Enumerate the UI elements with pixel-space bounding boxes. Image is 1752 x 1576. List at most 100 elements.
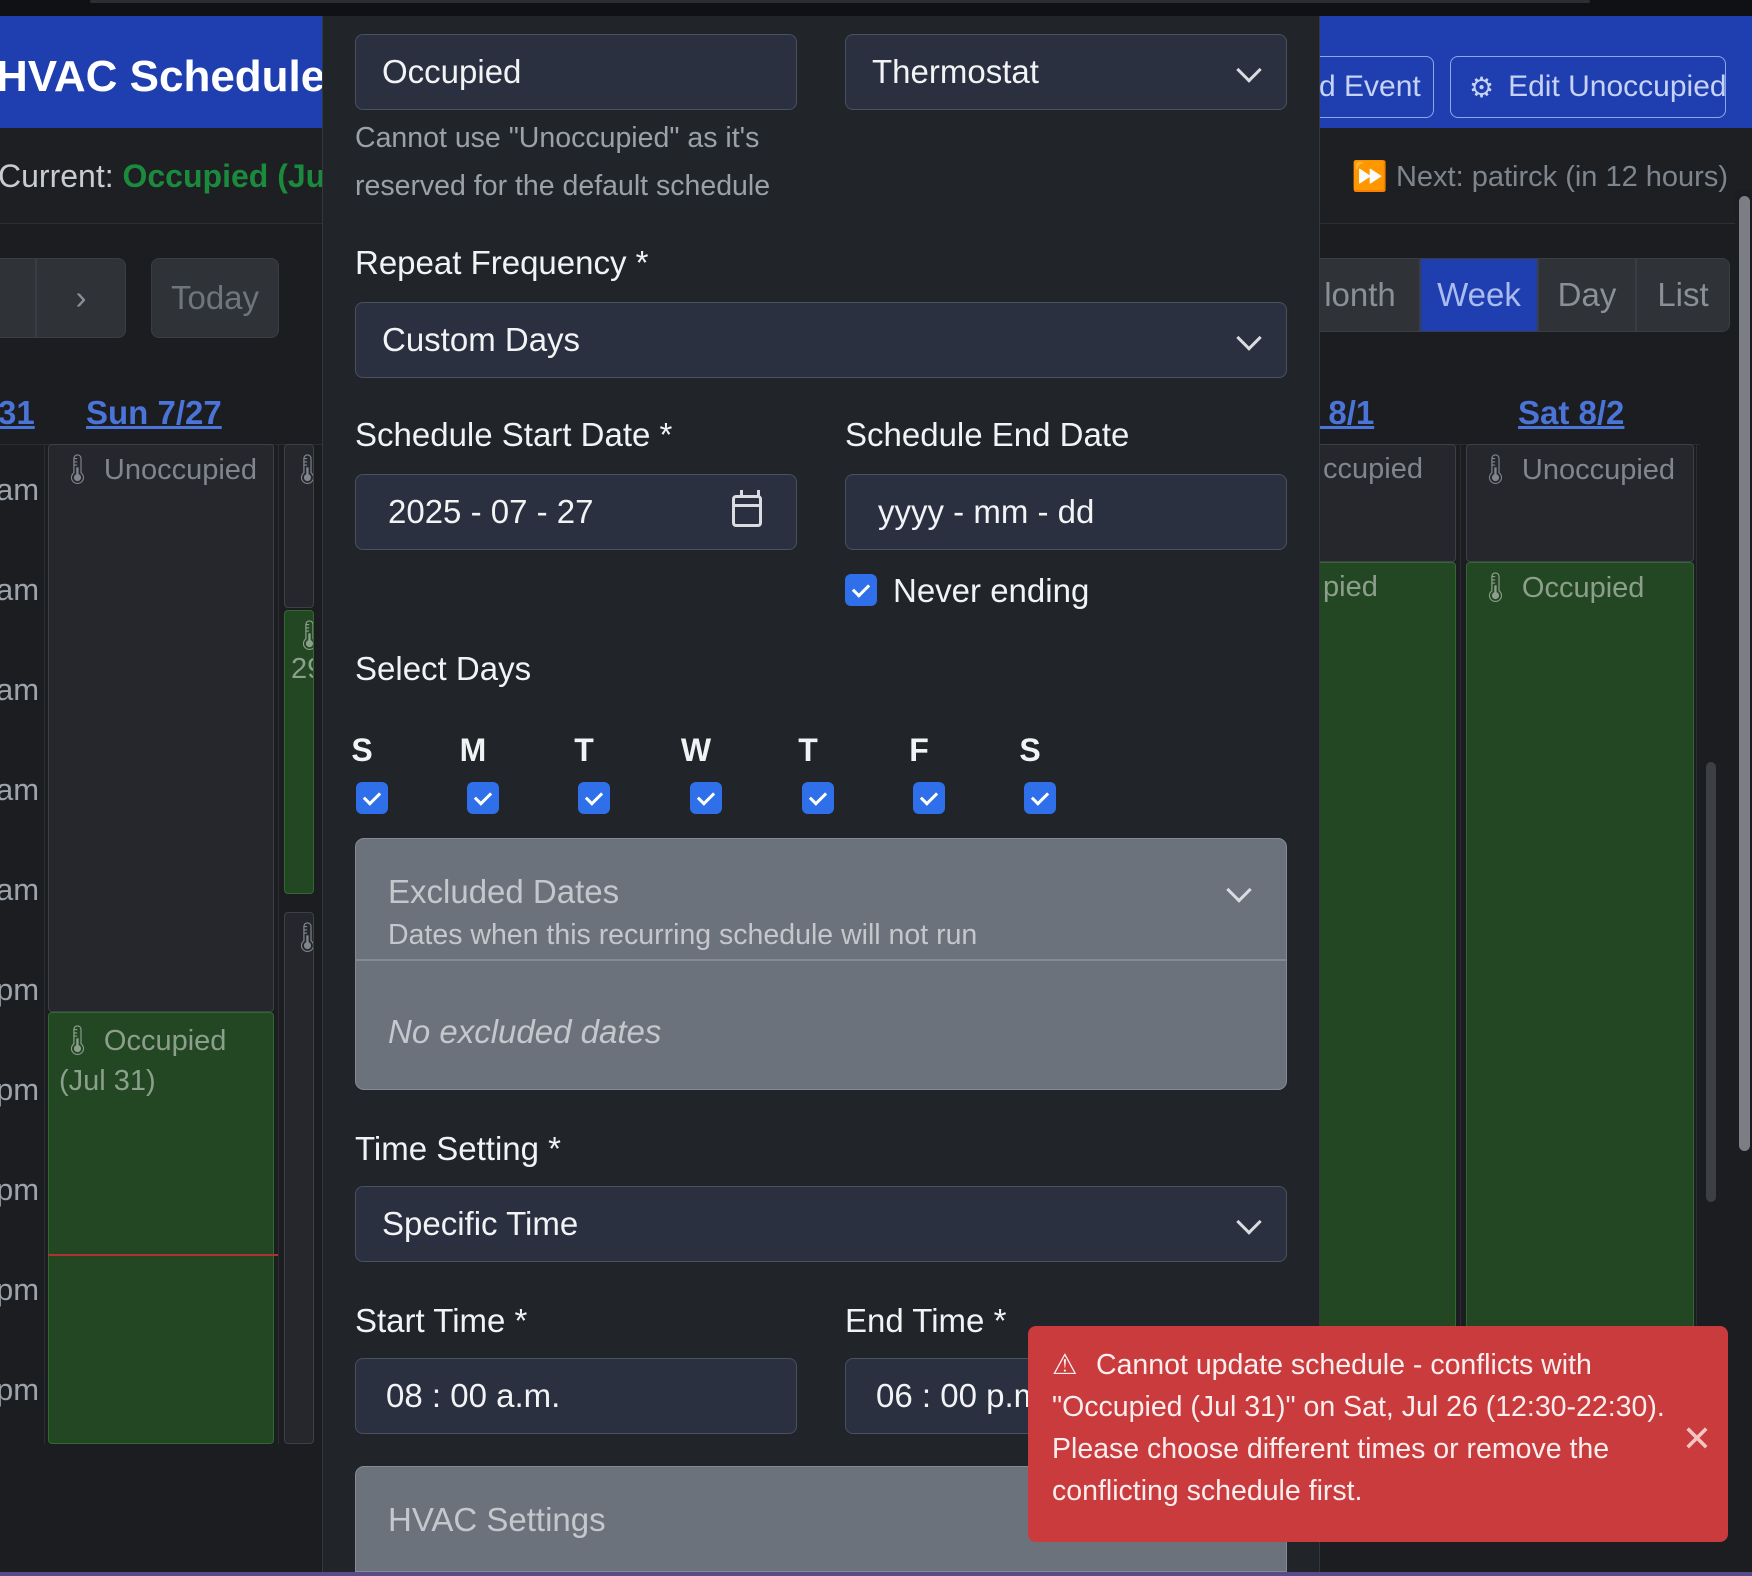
time-label: pm (0, 1372, 40, 1407)
excluded-dates-empty: No excluded dates (388, 1013, 662, 1050)
repeat-frequency-select[interactable]: Custom Days (355, 302, 1287, 378)
thermometer-icon: 🌡 (59, 1025, 96, 1057)
today-label: Today (170, 279, 260, 316)
event-title: pied (1323, 571, 1378, 603)
thermometer-icon: 🌡 (289, 922, 313, 954)
hvac-settings-title[interactable]: HVAC Settings (388, 1501, 606, 1539)
view-day-button[interactable]: Day (1538, 258, 1636, 332)
today-button[interactable]: Today (151, 258, 279, 338)
edit-unoccupied-button[interactable]: ⚙ Edit Unoccupied (1450, 56, 1726, 118)
repeat-frequency-value: Custom Days (382, 321, 581, 358)
current-time-indicator (48, 1254, 278, 1256)
current-value: Occupied (Ju (122, 158, 326, 194)
window-bottom-border (0, 1572, 1752, 1576)
page-scrollbar[interactable] (1735, 190, 1752, 1570)
add-event-button[interactable]: d Event (1300, 56, 1434, 118)
view-day-label: Day (1557, 276, 1617, 313)
day-checkbox-sat[interactable] (1024, 782, 1056, 814)
event-title: Unoccupied (103, 454, 258, 486)
thermometer-icon: 🌡 (59, 454, 96, 486)
close-icon[interactable]: ✕ (1682, 1418, 1712, 1460)
next-button[interactable]: › (36, 258, 126, 338)
day-header-sun[interactable]: Sun 7/27 (86, 394, 222, 432)
event-unoccupied[interactable]: 🌡 Unoccupied (1466, 444, 1694, 562)
gear-icon: ⚙ (1469, 71, 1495, 103)
end-time-value: 06 : 00 p.m. (876, 1377, 1051, 1414)
day-checkbox-mon[interactable] (467, 782, 499, 814)
chevron-right-icon: › (75, 279, 87, 316)
start-date-input[interactable]: 2025 - 07 - 27 (355, 474, 797, 550)
day-checkbox-sun[interactable] (356, 782, 388, 814)
prev-button[interactable] (0, 258, 36, 338)
excluded-dates-panel: Excluded Dates Dates when this recurring… (355, 838, 1287, 1090)
schedule-name-help: Cannot use "Unoccupied" as it's reserved… (355, 122, 771, 202)
event-occupied[interactable]: pied (1300, 562, 1456, 1444)
event-unoccupied[interactable]: 🌡 (284, 912, 314, 1444)
chevron-down-icon (1236, 325, 1262, 351)
event-title: Occupied (1521, 572, 1645, 604)
time-label: pm (0, 1272, 40, 1307)
end-date-placeholder: yyyy - mm - dd (878, 493, 1095, 530)
current-label: Current: (0, 158, 114, 194)
browser-top-strip (0, 0, 1752, 16)
event-title: 29 (291, 653, 313, 685)
day-letter-thu: T (798, 732, 818, 768)
time-label: am (0, 572, 40, 607)
time-setting-select[interactable]: Specific Time (355, 1186, 1287, 1262)
day-checkbox-fri[interactable] (913, 782, 945, 814)
time-label: am (0, 872, 40, 907)
day-checkbox-wed[interactable] (690, 782, 722, 814)
time-label: pm (0, 1172, 40, 1207)
calendar-icon[interactable] (732, 490, 762, 527)
event-occupied[interactable]: 🌡 Occupied (Jul 31) (48, 1012, 274, 1444)
excluded-dates-title[interactable]: Excluded Dates (388, 873, 619, 911)
day-letter-tue: T (574, 732, 594, 768)
time-label: am (0, 472, 40, 507)
time-label: am (0, 772, 40, 807)
thermometer-icon: 🌡 (289, 454, 313, 486)
view-month-label: lonth (1324, 276, 1396, 313)
select-days-label: Select Days (355, 650, 532, 687)
start-time-label: Start Time * (355, 1302, 528, 1339)
schedule-name-input[interactable]: Occupied (355, 34, 797, 110)
day-header-thu[interactable]: 31 (0, 394, 35, 432)
next-text: Next: patirck (in 12 hours) (1395, 161, 1728, 193)
chevron-down-icon (1236, 57, 1262, 83)
start-time-value: 08 : 00 a.m. (386, 1377, 561, 1414)
event-unoccupied[interactable]: ccupied (1300, 444, 1456, 562)
day-letter-sat: S (1019, 732, 1041, 768)
event-occupied[interactable]: 🌡29 (284, 610, 314, 894)
day-checkbox-thu[interactable] (802, 782, 834, 814)
start-time-input[interactable]: 08 : 00 a.m. (355, 1358, 797, 1434)
end-time-label: End Time * (845, 1302, 1007, 1339)
chevron-down-icon[interactable] (1226, 877, 1252, 903)
start-date-value: 2025 - 07 - 27 (388, 493, 594, 530)
grid-column-line (1460, 444, 1461, 1444)
calendar-scrollbar[interactable] (1706, 762, 1716, 1202)
event-unoccupied[interactable]: 🌡 (284, 444, 314, 608)
device-type-select[interactable]: Thermostat (845, 34, 1287, 110)
time-label: pm (0, 1072, 40, 1107)
event-title: Unoccupied (1521, 454, 1676, 486)
end-date-input[interactable]: yyyy - mm - dd (845, 474, 1287, 550)
warning-icon: ⚠ (1052, 1349, 1078, 1381)
view-list-button[interactable]: List (1636, 258, 1730, 332)
view-week-button[interactable]: Week (1420, 258, 1538, 332)
time-label: pm (0, 972, 40, 1007)
end-date-label: Schedule End Date (845, 416, 1130, 453)
next-schedule: ⏩ Next: patirck (in 12 hours) (1352, 160, 1728, 194)
excluded-dates-subtitle: Dates when this recurring schedule will … (388, 919, 978, 951)
device-type-value: Thermostat (872, 53, 1039, 90)
page-scrollbar-thumb[interactable] (1739, 196, 1750, 1151)
day-letter-wed: W (680, 732, 712, 768)
thermometer-icon: 🌡 (1477, 572, 1514, 604)
event-unoccupied[interactable]: 🌡 Unoccupied (48, 444, 274, 1012)
thermometer-icon: 🌡 (1477, 454, 1514, 486)
day-letter-sun: S (351, 732, 373, 768)
never-ending-label: Never ending (893, 572, 1090, 609)
day-checkbox-tue[interactable] (578, 782, 610, 814)
view-list-label: List (1657, 276, 1709, 313)
day-header-sat[interactable]: Sat 8/2 (1518, 394, 1624, 432)
never-ending-checkbox[interactable] (845, 574, 877, 606)
event-occupied[interactable]: 🌡 Occupied (1466, 562, 1694, 1444)
